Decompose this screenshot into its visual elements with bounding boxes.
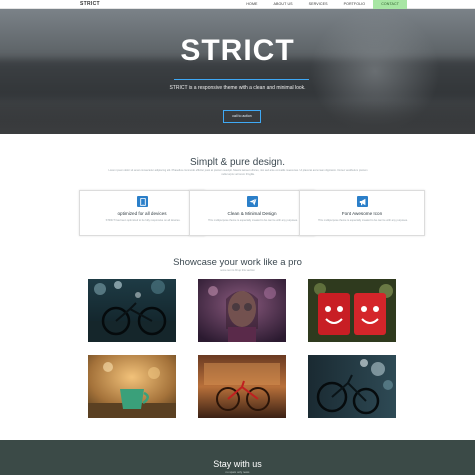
footer-section: Stay with us no spam only news [0, 440, 475, 475]
hero-banner: STRICT STRICT is a responsive theme with… [0, 9, 475, 134]
portfolio-image[interactable] [88, 355, 176, 418]
hero-divider [174, 79, 309, 80]
feature-text: STRICT has been optimized to be fully re… [105, 219, 181, 222]
hero-subtitle: STRICT is a responsive theme with a clea… [169, 85, 306, 91]
footer-subtitle: no spam only news [225, 470, 250, 474]
brand-logo[interactable]: STRICT [80, 1, 100, 7]
showcase-subtitle: some text to fill up this section [220, 269, 255, 272]
portfolio-image[interactable] [308, 355, 396, 418]
portfolio-image[interactable] [198, 355, 286, 418]
nav-item-contact[interactable]: CONTACT [373, 0, 407, 9]
feature-text: This multipurpose theme is especially cr… [208, 219, 298, 222]
top-navbar: STRICT HOME ABOUT US SERVICES PORTFOLIO … [0, 0, 475, 9]
feature-text: This multipurpose theme is especially cr… [318, 219, 408, 222]
nav-item-about[interactable]: ABOUT US [266, 0, 301, 9]
feature-card: Font Awesome Icon This multipurpose them… [299, 190, 425, 236]
showcase-title: Showcase your work like a pro [173, 257, 302, 268]
feature-card: optimized for all devices STRICT has bee… [79, 190, 205, 236]
nav-item-services[interactable]: SERVICES [301, 0, 336, 9]
paper-plane-icon [247, 196, 258, 207]
feature-title: optimized for all devices [117, 211, 167, 216]
footer-title: Stay with us [213, 459, 262, 469]
portfolio-image[interactable] [308, 279, 396, 342]
bullhorn-icon [357, 196, 368, 207]
intro-text: Lorem ipsum dolor sit amet consectetur a… [108, 169, 368, 176]
portfolio-image[interactable] [198, 279, 286, 342]
feature-title: Clean & Minimal Design [227, 211, 277, 216]
intro-title: Simplt & pure design. [189, 157, 286, 168]
nav-item-portfolio[interactable]: PORTFOLIO [336, 0, 374, 9]
feature-title: Font Awesome Icon [341, 211, 383, 216]
nav-menu: HOME ABOUT US SERVICES PORTFOLIO CONTACT [238, 0, 407, 9]
hero-title: STRICT [180, 34, 295, 67]
portfolio-image[interactable] [88, 279, 176, 342]
feature-card: Clean & Minimal Design This multipurpose… [189, 190, 315, 236]
mobile-icon [137, 196, 148, 207]
call-to-action-button[interactable]: call to action [223, 110, 261, 123]
nav-item-home[interactable]: HOME [238, 0, 265, 9]
